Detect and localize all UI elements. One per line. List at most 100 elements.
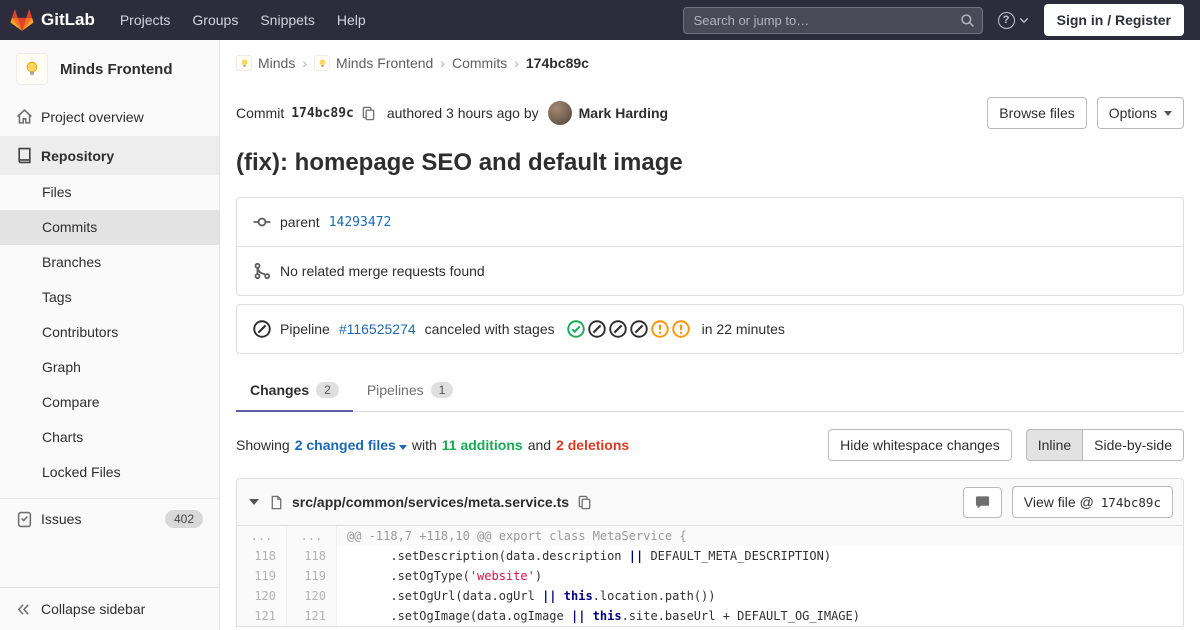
changes-count-badge: 2 <box>316 382 339 398</box>
commit-sha: 174bc89c <box>291 105 354 121</box>
main-content: Minds › Minds Frontend › Commits › 174bc… <box>220 40 1200 630</box>
hide-whitespace-button[interactable]: Hide whitespace changes <box>828 429 1012 461</box>
stage-success-icon[interactable] <box>566 320 585 338</box>
gitlab-logo-icon <box>10 9 34 32</box>
project-sidebar: Minds Frontend Project overview Reposito… <box>0 40 220 630</box>
browse-files-button[interactable]: Browse files <box>987 97 1087 129</box>
options-dropdown-button[interactable]: Options <box>1096 97 1184 129</box>
options-label: Options <box>1108 105 1157 121</box>
stage-warning-icon[interactable] <box>650 320 669 338</box>
sidebar-subitem-charts[interactable]: Charts <box>0 420 219 455</box>
side-by-side-view-button[interactable]: Side-by-side <box>1083 429 1184 461</box>
collapse-sidebar-label: Collapse sidebar <box>41 601 146 617</box>
sidebar-subitem-graph[interactable]: Graph <box>0 350 219 385</box>
breadcrumb-item-minds-frontend[interactable]: Minds Frontend <box>314 55 433 71</box>
inline-view-button[interactable]: Inline <box>1025 429 1084 461</box>
nav-item-projects[interactable]: Projects <box>109 0 182 40</box>
pipeline-box: Pipeline #116525274 canceled with stages… <box>236 304 1184 354</box>
sidebar-item-project-overview[interactable]: Project overview <box>0 97 219 136</box>
comment-button[interactable] <box>962 486 1002 518</box>
file-path-link[interactable]: src/app/common/services/meta.service.ts <box>292 494 569 510</box>
tab-label: Pipelines <box>366 382 424 398</box>
additions-count: 11 additions <box>441 437 523 453</box>
sidebar-item-repository[interactable]: Repository <box>0 136 219 175</box>
help-dropdown[interactable]: ? <box>997 11 1029 29</box>
lightbulb-icon <box>16 53 48 85</box>
pipeline-id-link[interactable]: #116525274 <box>339 321 416 337</box>
collapse-sidebar-button[interactable]: Collapse sidebar <box>0 587 219 630</box>
view-file-label: View file @ <box>1023 494 1094 510</box>
old-line-number[interactable]: 118 <box>237 546 287 566</box>
search-input[interactable] <box>682 6 983 34</box>
chevron-down-icon <box>398 445 407 450</box>
breadcrumb-item-minds[interactable]: Minds <box>236 55 295 71</box>
project-avatar-icon <box>314 55 331 71</box>
nav-item-snippets[interactable]: Snippets <box>249 0 325 40</box>
old-line-number[interactable]: 121 <box>237 606 287 626</box>
sidebar-subitem-branches[interactable]: Branches <box>0 245 219 280</box>
stage-canceled-icon[interactable] <box>629 320 648 338</box>
brand-name: GitLab <box>41 10 95 29</box>
breadcrumb-label: Commits <box>451 55 508 71</box>
sidebar-subitem-tags[interactable]: Tags <box>0 280 219 315</box>
stage-canceled-icon[interactable] <box>608 320 627 338</box>
copy-sha-icon[interactable] <box>361 106 376 121</box>
diff-line-row: 121 121 .setOgImage(data.ogImage || this… <box>237 606 1183 626</box>
sidebar-subitem-files[interactable]: Files <box>0 175 219 210</box>
git-merge-icon <box>253 262 271 280</box>
showing-label: Showing <box>236 437 290 453</box>
sidebar-subitem-locked-files[interactable]: Locked Files <box>0 455 219 490</box>
global-search <box>682 6 983 34</box>
sidebar-item-issues[interactable]: Issues 402 <box>0 498 219 539</box>
sidebar-subitem-contributors[interactable]: Contributors <box>0 315 219 350</box>
new-line-number[interactable]: 119 <box>287 566 337 586</box>
new-line-number[interactable]: 118 <box>287 546 337 566</box>
chevron-down-icon <box>1019 17 1028 23</box>
sidebar-item-label: Issues <box>41 511 82 527</box>
commit-graph-icon <box>253 213 271 231</box>
diff-table: ... ... @@ -118,7 +118,10 @@ export clas… <box>237 526 1183 626</box>
diff-line-row: 119 119 .setOgType('website') <box>237 566 1183 586</box>
sidebar-subitem-compare[interactable]: Compare <box>0 385 219 420</box>
stage-canceled-icon[interactable] <box>587 320 606 338</box>
pipeline-row: Pipeline #116525274 canceled with stages… <box>237 305 1183 353</box>
no-merge-requests-text: No related merge requests found <box>280 263 485 279</box>
breadcrumb-item-commits[interactable]: Commits <box>452 55 507 71</box>
gitlab-home-link[interactable]: GitLab <box>10 9 95 32</box>
parent-sha-link[interactable]: 14293472 <box>329 215 392 230</box>
project-header[interactable]: Minds Frontend <box>0 40 219 97</box>
new-line-number[interactable]: 120 <box>287 586 337 606</box>
author-name-link[interactable]: Mark Harding <box>579 105 668 121</box>
stage-warning-icon[interactable] <box>671 320 690 338</box>
nav-item-help[interactable]: Help <box>326 0 377 40</box>
diff-line-row: 118 118 .setDescription(data.description… <box>237 546 1183 566</box>
repository-icon <box>16 147 33 164</box>
tab-changes[interactable]: Changes 2 <box>236 370 353 412</box>
group-avatar-icon <box>236 55 252 71</box>
sign-in-register-button[interactable]: Sign in / Register <box>1043 4 1184 36</box>
top-navbar: GitLab Projects Groups Snippets Help ? S… <box>0 0 1200 40</box>
issues-count-badge: 402 <box>164 510 203 528</box>
copy-path-icon[interactable] <box>577 495 592 510</box>
diff-hunk-row: ... ... @@ -118,7 +118,10 @@ export clas… <box>237 526 1183 546</box>
collapse-file-caret-icon[interactable] <box>249 499 259 505</box>
changed-files-dropdown[interactable]: 2 changed files <box>295 437 407 453</box>
and-label: and <box>527 437 552 453</box>
sidebar-subitem-commits[interactable]: Commits <box>0 210 219 245</box>
old-line-number[interactable]: 120 <box>237 586 287 606</box>
view-file-button[interactable]: View file @ 174bc89c <box>1011 486 1173 518</box>
diff-file-section: src/app/common/services/meta.service.ts <box>236 478 1184 627</box>
commit-title: (fix): homepage SEO and default image <box>236 149 683 176</box>
diff-file-header: src/app/common/services/meta.service.ts <box>237 479 1183 526</box>
old-line-number[interactable]: 119 <box>237 566 287 586</box>
diff-line-row: 120 120 .setOgUrl(data.ogUrl || this.loc… <box>237 586 1183 606</box>
nav-item-groups[interactable]: Groups <box>181 0 249 40</box>
pipeline-canceled-status-icon <box>253 320 271 338</box>
diff-stats-row: Showing 2 changed files with 11 addition… <box>236 429 1184 461</box>
tab-pipelines[interactable]: Pipelines 1 <box>353 370 468 412</box>
author-avatar[interactable] <box>547 101 572 125</box>
new-line-number[interactable]: 121 <box>287 606 337 626</box>
commit-tabs: Changes 2 Pipelines 1 <box>236 370 1184 412</box>
double-chevron-left-icon <box>16 602 31 617</box>
parent-label: parent <box>280 214 320 230</box>
